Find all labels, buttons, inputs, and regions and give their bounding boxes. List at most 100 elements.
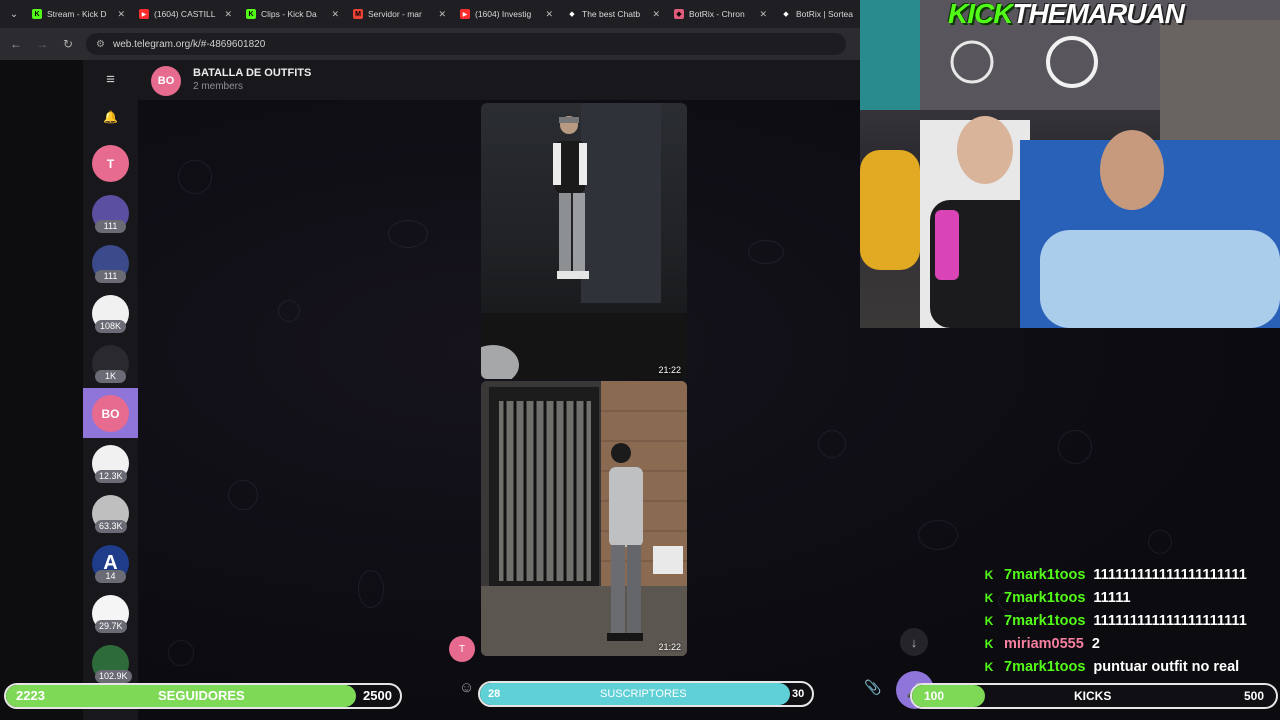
unread-badge: 63.3K xyxy=(95,520,127,533)
kick-icon: K xyxy=(984,567,994,582)
kick-icon: K xyxy=(984,636,994,651)
chat-title: BATALLA DE OUTFITS xyxy=(193,67,312,79)
chat-folder-item[interactable]: 1K xyxy=(83,338,138,388)
chat-avatar[interactable]: BO xyxy=(151,66,181,96)
diamond-icon: ◆ xyxy=(569,11,575,18)
chat-member-count: 2 members xyxy=(193,81,244,92)
chat-text: 111111111111111111111 xyxy=(1093,612,1247,629)
browser-tab[interactable]: K Stream - Kick D ✕ xyxy=(26,2,131,26)
photo-outfit-2 xyxy=(481,381,687,656)
bell-icon[interactable]: 🔔 xyxy=(83,110,138,126)
webcam-feed xyxy=(860,0,1280,328)
followers-target: 2500 xyxy=(363,688,392,703)
unread-badge: 102.9K xyxy=(95,670,132,683)
browser-tab[interactable]: ◆ BotRix - Chron ✕ xyxy=(668,2,773,26)
photo-message[interactable]: 21:22 xyxy=(481,103,687,379)
attach-paperclip-icon[interactable]: 📎 xyxy=(864,679,881,696)
chat-folder-item[interactable]: 102.9K xyxy=(83,638,138,688)
youtube-icon: ▶ xyxy=(460,9,470,19)
message-time: 21:22 xyxy=(658,365,681,375)
chat-username: miriam0555 xyxy=(1004,635,1084,652)
unread-badge: 111 xyxy=(95,220,126,233)
unread-badge: 12.3K xyxy=(95,470,127,483)
kicks-goal-bar: 100 KICKS 500 xyxy=(910,683,1278,709)
title-part-kick: KICK xyxy=(948,0,1013,29)
hamburger-menu-icon[interactable]: ≡ xyxy=(83,68,138,92)
chat-text: puntuar outfit no real xyxy=(1093,658,1240,675)
sender-avatar[interactable]: T xyxy=(449,636,475,662)
browser-tab[interactable]: ▶ (1604) Investig ✕ xyxy=(454,2,559,26)
webcam-scene xyxy=(860,0,1280,328)
chat-message: K 7mark1toos puntuar outfit no real xyxy=(982,655,1280,678)
url-field[interactable]: ⚙ web.telegram.org/k/#-4869601820 xyxy=(86,33,846,55)
chat-text: 2 xyxy=(1091,635,1100,652)
kicks-label: KICKS xyxy=(1074,689,1112,703)
gmail-icon: M xyxy=(353,9,363,19)
tab-title: The best Chatb xyxy=(582,9,641,19)
browser-tab[interactable]: ◆ The best Chatb ✕ xyxy=(561,2,666,26)
subscribers-goal-bar: 28 SUSCRIPTORES 30 xyxy=(478,681,814,707)
diamond-icon: ◆ xyxy=(783,11,789,18)
tab-search-chevron-icon[interactable]: ⌄ xyxy=(4,4,24,24)
tab-title: Stream - Kick D xyxy=(47,9,107,19)
back-icon[interactable]: ← xyxy=(8,37,24,51)
tab-title: Servidor - mar xyxy=(368,9,422,19)
photo-outfit-1 xyxy=(481,103,687,379)
site-info-icon[interactable]: ⚙ xyxy=(96,39,105,50)
kick-icon: K xyxy=(246,9,256,19)
tab-close-icon[interactable]: ✕ xyxy=(759,9,767,20)
botrix-icon: ◆ xyxy=(674,9,684,19)
scroll-down-arrow-icon[interactable]: ↓ xyxy=(900,628,928,656)
address-bar: ← → ↻ ⚙ web.telegram.org/k/#-4869601820 xyxy=(0,28,860,60)
chat-username: 7mark1toos xyxy=(1004,658,1086,675)
chat-text: 111111111111111111111 xyxy=(1093,566,1247,583)
forward-icon[interactable]: → xyxy=(34,37,50,51)
tab-close-icon[interactable]: ✕ xyxy=(224,9,232,20)
browser-tab[interactable]: ▶ (1604) CASTILL ✕ xyxy=(133,2,238,26)
browser-tab[interactable]: K Clips - Kick Da ✕ xyxy=(240,2,345,26)
emoji-icon[interactable]: ☺ xyxy=(459,679,474,696)
chat-avatar: T xyxy=(92,145,129,182)
chat-text: 11111 xyxy=(1093,589,1131,606)
stream-chat-overlay: K 7mark1toos 111111111111111111111 K 7mark1t… xyxy=(982,563,1280,678)
tab-close-icon[interactable]: ✕ xyxy=(117,9,125,20)
kick-icon: K xyxy=(984,613,994,628)
chat-folder-item[interactable]: 108K xyxy=(83,288,138,338)
chat-username: 7mark1toos xyxy=(1004,612,1086,629)
kicks-current: 100 xyxy=(924,689,945,703)
chat-message: Kmiriam0555 2 xyxy=(982,632,1280,655)
chat-username: 7mark1toos xyxy=(1004,589,1086,606)
unread-badge: 14 xyxy=(95,570,126,583)
chat-message: K 7mark1toos 11111 xyxy=(982,586,1280,609)
left-gutter xyxy=(0,60,83,720)
chat-folder-item[interactable]: 111 xyxy=(83,238,138,288)
reload-icon[interactable]: ↻ xyxy=(60,37,76,51)
kick-icon: K xyxy=(32,9,42,19)
tab-close-icon[interactable]: ✕ xyxy=(652,9,660,20)
chat-folder-item[interactable]: T xyxy=(83,138,138,188)
browser-tab[interactable]: M Servidor - mar ✕ xyxy=(347,2,452,26)
subscribers-target: 30 xyxy=(792,688,805,700)
chat-avatar: BO xyxy=(92,395,129,432)
chat-folder-item[interactable]: 111 xyxy=(83,188,138,238)
tab-close-icon[interactable]: ✕ xyxy=(438,9,446,20)
youtube-icon: ▶ xyxy=(139,9,149,19)
chat-folder-item[interactable]: BO xyxy=(83,388,138,438)
chat-folder-item[interactable]: 29.7K xyxy=(83,588,138,638)
tab-close-icon[interactable]: ✕ xyxy=(331,9,339,20)
tab-title: (1604) CASTILL xyxy=(154,9,216,19)
chat-header[interactable]: BO BATALLA DE OUTFITS 2 members xyxy=(138,60,860,100)
chat-folder-item[interactable]: 12.3K xyxy=(83,438,138,488)
chat-folder-item[interactable]: 63.3K xyxy=(83,488,138,538)
tab-close-icon[interactable]: ✕ xyxy=(545,9,553,20)
unread-badge: 1K xyxy=(95,370,126,383)
unread-badge: 111 xyxy=(95,270,126,283)
chat-message: K 7mark1toos 111111111111111111111 xyxy=(982,563,1280,586)
subscribers-current: 28 xyxy=(488,688,501,700)
tab-title: (1604) Investig xyxy=(475,9,532,19)
tab-title: BotRix - Chron xyxy=(689,9,745,19)
chat-folder-item[interactable]: A 14 xyxy=(83,538,138,588)
photo-message[interactable]: 21:22 xyxy=(481,381,687,656)
tab-title: BotRix | Sortea xyxy=(796,9,854,19)
title-part-name: THEMARUAN xyxy=(1012,0,1184,29)
